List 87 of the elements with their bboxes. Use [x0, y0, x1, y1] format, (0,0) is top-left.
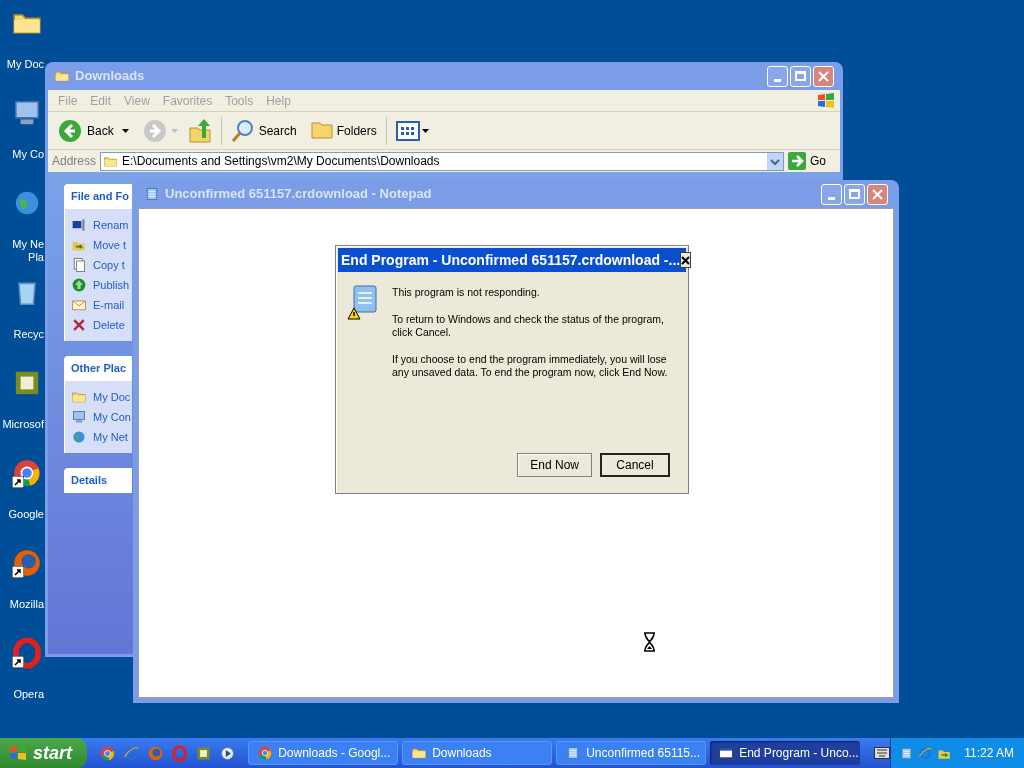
- keyboard-icon[interactable]: [874, 747, 891, 759]
- windows-logo-icon: [816, 91, 836, 110]
- chrome-icon: [257, 745, 274, 761]
- dialog-button[interactable]: Cancel: [600, 453, 670, 477]
- publish-icon: [71, 277, 87, 293]
- desktop-icon-label[interactable]: Recyc: [13, 328, 44, 341]
- task-link[interactable]: Delete: [93, 316, 125, 334]
- start-button[interactable]: start: [0, 738, 88, 768]
- opera-icon: [11, 637, 43, 669]
- desktop-icon-label[interactable]: My Ne Pla: [12, 238, 44, 264]
- task-link[interactable]: Move t: [93, 236, 126, 254]
- views-button[interactable]: [395, 120, 429, 141]
- go-arrow-icon: [788, 152, 806, 170]
- hourglass-icon: [643, 632, 656, 652]
- go-button[interactable]: Go: [788, 152, 836, 170]
- minimize-icon: [828, 196, 835, 200]
- close-icon: [872, 188, 883, 200]
- copy-icon: [71, 257, 87, 273]
- folder-icon: [310, 122, 333, 139]
- dialog-message: This program is not responding.: [392, 286, 541, 299]
- maximize-icon: [795, 71, 806, 81]
- taskbar-task[interactable]: Downloads: [402, 741, 553, 765]
- task-link[interactable]: Publish: [93, 276, 130, 294]
- maximize-button[interactable]: [790, 65, 811, 87]
- dropdown-arrow-icon[interactable]: [121, 128, 129, 133]
- window-title: Unconfirmed 651157.crdownload - Notepad: [165, 185, 433, 204]
- taskbar-task[interactable]: Unconfirmed 65115...: [556, 741, 707, 765]
- minimize-button[interactable]: [821, 183, 842, 205]
- computer-icon: [71, 409, 87, 425]
- taskbar-task[interactable]: Downloads - Googl...: [248, 741, 399, 765]
- dialog-title: End Program - Unconfirmed 651157.crdownload -...: [341, 250, 681, 270]
- up-folder-icon[interactable]: [187, 117, 212, 144]
- window-title: Downloads: [75, 67, 146, 86]
- opera-icon: [171, 744, 189, 762]
- desktop-icon-label[interactable]: Opera: [13, 688, 44, 701]
- maximize-button[interactable]: [844, 183, 865, 205]
- window-icon: [718, 745, 735, 761]
- notepad-icon: [144, 186, 160, 202]
- ie-icon: [123, 744, 141, 762]
- desktop-icon-label[interactable]: My Co: [12, 148, 44, 161]
- windows-logo-icon: [8, 744, 28, 762]
- task-link[interactable]: My Doc: [93, 388, 131, 406]
- grid-view-icon: [395, 120, 420, 141]
- globe-icon: [71, 429, 87, 445]
- task-link[interactable]: Copy t: [93, 256, 125, 274]
- maximize-icon: [849, 189, 860, 199]
- firefox-icon: [147, 744, 165, 762]
- shortcut-arrow-icon: [12, 476, 24, 488]
- taskbar-task[interactable]: End Program - Unco...: [710, 741, 861, 765]
- shortcut-arrow-icon: [12, 656, 24, 668]
- rename-icon: [71, 217, 87, 233]
- close-icon: [681, 255, 691, 265]
- folder-icon: [411, 745, 428, 761]
- dialog-message: If you choose to end the program immediately, you will lose any unsaved data. To end the program now, click End Now.: [392, 353, 669, 379]
- envelope-icon: [71, 297, 87, 313]
- panel-header[interactable]: Other Plac: [64, 356, 132, 381]
- back-button[interactable]: Back: [56, 118, 116, 143]
- task-link[interactable]: E-mail: [93, 296, 125, 314]
- caret-icon: [170, 128, 178, 133]
- folder-icon: [71, 389, 87, 405]
- desktop-icon-label[interactable]: Google: [8, 508, 44, 521]
- caret-icon: [421, 128, 429, 133]
- folder-icon: [54, 68, 70, 84]
- minimize-button[interactable]: [767, 65, 788, 87]
- task-link[interactable]: My Con: [93, 408, 131, 426]
- search-button[interactable]: Search: [230, 118, 297, 143]
- address-field[interactable]: E:\Documents and Settings\vm2\My Documents\Downloads: [100, 151, 784, 171]
- task-link[interactable]: My Net: [93, 428, 128, 446]
- clock: 11:22 AM: [964, 745, 1014, 762]
- close-icon: [818, 70, 829, 82]
- address-label: Address: [52, 153, 97, 170]
- dialog-message: To return to Windows and check the status of the program, click Cancel.: [392, 313, 665, 339]
- desktop-icon-label[interactable]: Mozilla: [9, 598, 44, 611]
- delete-icon: [71, 317, 87, 333]
- close-button[interactable]: [680, 252, 692, 268]
- minimize-icon: [774, 78, 781, 82]
- media-icon: [219, 744, 237, 762]
- folders-button[interactable]: Folders: [310, 121, 377, 140]
- task-link[interactable]: Renam: [93, 216, 129, 234]
- dialog-button[interactable]: End Now: [517, 453, 592, 477]
- desktop-icon-label[interactable]: Microsof: [2, 418, 44, 431]
- desktop-icon-label[interactable]: My Doc: [6, 58, 44, 71]
- panel-header[interactable]: File and Fo: [64, 184, 132, 209]
- chrome-icon: [99, 744, 117, 762]
- panel-header[interactable]: Details: [64, 468, 132, 493]
- search-icon: [230, 118, 255, 143]
- shortcut-arrow-icon: [12, 566, 24, 578]
